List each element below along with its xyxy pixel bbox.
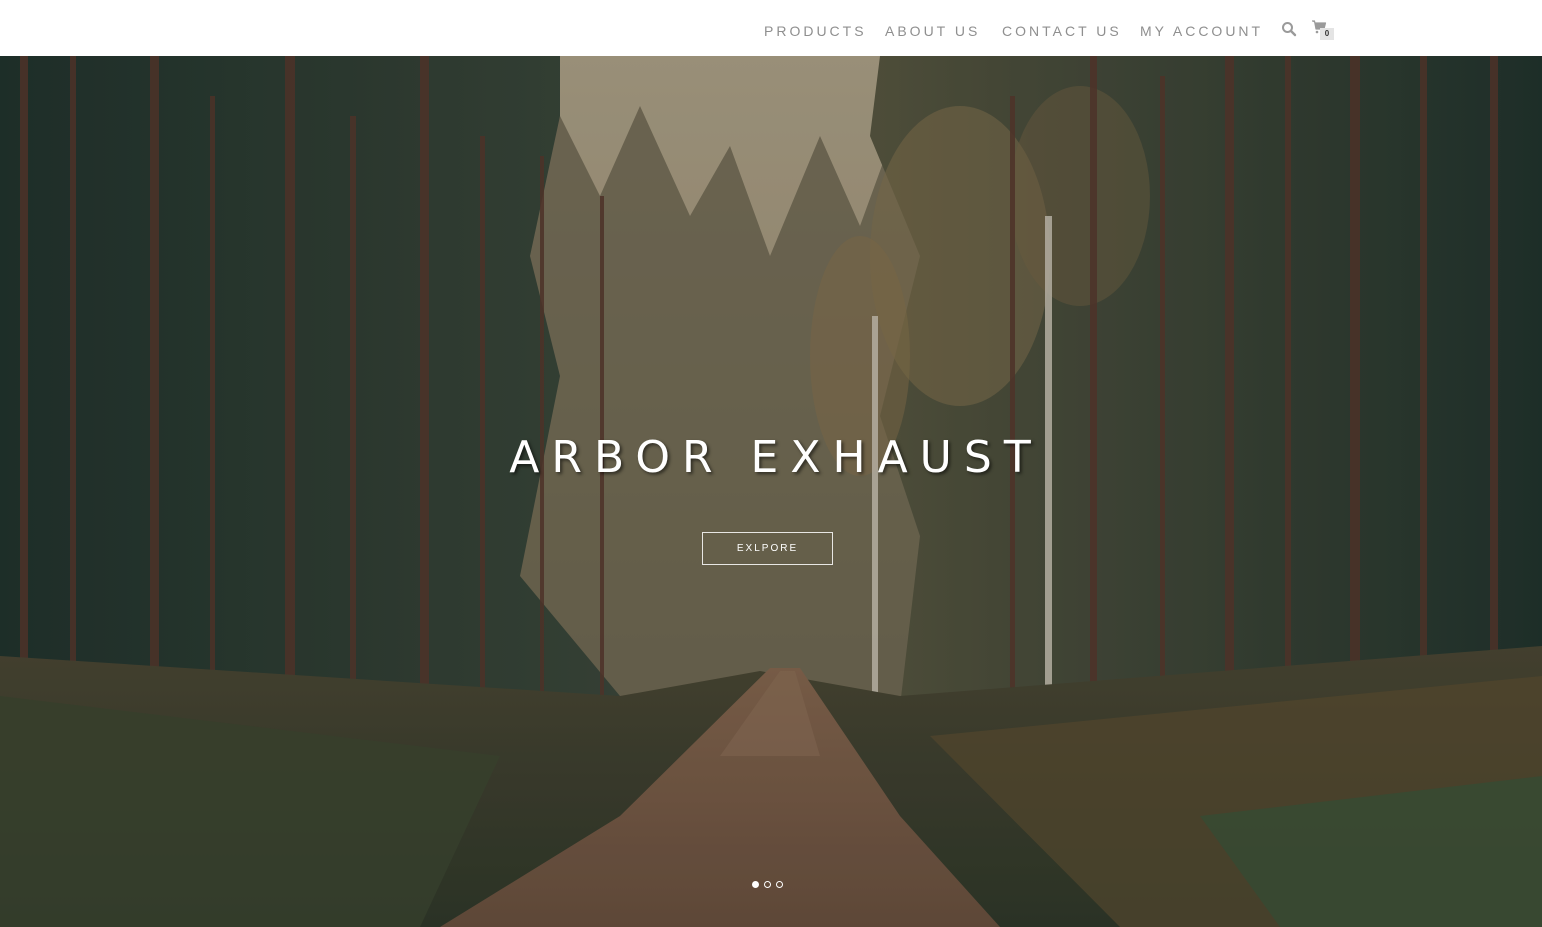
hero-slider: ARBOR EXHAUST EXLPORE bbox=[0, 56, 1542, 927]
hero-overlay bbox=[0, 56, 1542, 927]
slider-pagination bbox=[752, 881, 792, 889]
search-icon[interactable] bbox=[1281, 21, 1297, 37]
hero-title: ARBOR EXHAUST bbox=[509, 432, 1043, 483]
nav-products[interactable]: PRODUCTS bbox=[764, 23, 867, 39]
cart-count-badge: 0 bbox=[1320, 28, 1334, 40]
nav-contact-us[interactable]: CONTACT US bbox=[1002, 23, 1122, 39]
explore-button[interactable]: EXLPORE bbox=[702, 532, 833, 565]
slider-dot-3[interactable] bbox=[776, 881, 783, 888]
site-header: PRODUCTS ABOUT US CONTACT US MY ACCOUNT … bbox=[0, 0, 1542, 56]
nav-my-account[interactable]: MY ACCOUNT bbox=[1140, 23, 1263, 39]
slider-dot-2[interactable] bbox=[764, 881, 771, 888]
nav-about-us[interactable]: ABOUT US bbox=[885, 23, 980, 39]
main-nav: PRODUCTS ABOUT US CONTACT US MY ACCOUNT … bbox=[0, 0, 1542, 56]
slider-dot-1[interactable] bbox=[752, 881, 759, 888]
